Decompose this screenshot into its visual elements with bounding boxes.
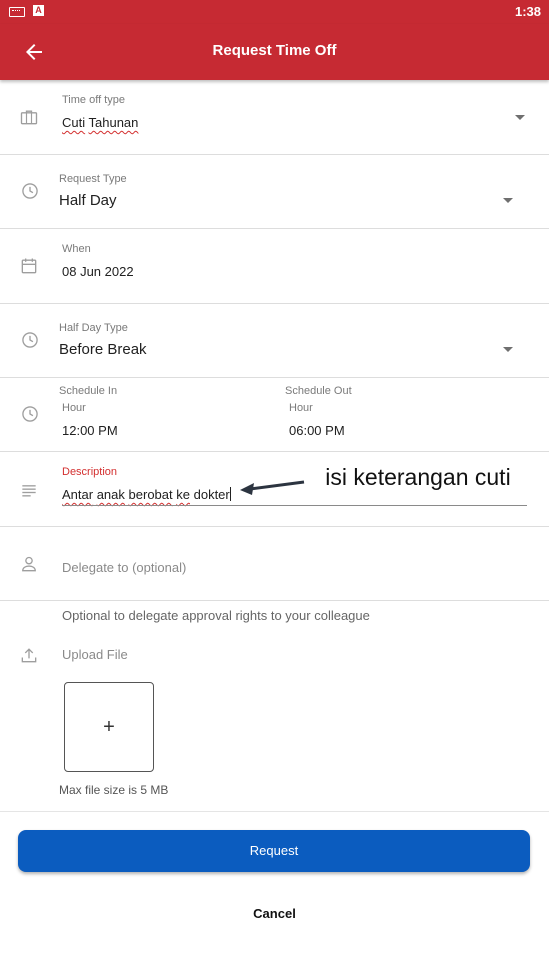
schedule-out-label: Schedule Out <box>285 385 352 397</box>
keyboard-icon <box>9 7 25 17</box>
status-bar: A 1:38 <box>0 0 549 24</box>
clock-icon <box>22 183 38 199</box>
half-day-type-label: Half Day Type <box>59 322 128 334</box>
upload-file-button[interactable]: + <box>64 682 154 772</box>
time-off-type-label: Time off type <box>62 94 125 106</box>
text-cursor <box>229 487 231 501</box>
dropdown-caret-icon[interactable] <box>515 115 525 120</box>
schedule-field: Schedule In Hour 12:00 PM Schedule Out H… <box>0 378 549 452</box>
status-time: 1:38 <box>514 4 541 19</box>
delegate-placeholder: Delegate to (optional) <box>62 560 187 575</box>
time-off-type-value: Cuti Tahunan <box>62 115 139 130</box>
schedule-out-sub: Hour <box>289 402 313 414</box>
schedule-in-value[interactable]: 12:00 PM <box>62 423 118 438</box>
annotation-arrow-icon <box>240 480 305 495</box>
clock-icon <box>22 332 38 348</box>
request-type-label: Request Type <box>59 173 127 185</box>
upload-label: Upload File <box>62 647 128 662</box>
description-input[interactable]: Antar anak berobat ke dokter <box>62 487 231 502</box>
request-type-field[interactable]: Request Type Half Day <box>0 155 549 229</box>
description-underline <box>62 505 527 506</box>
text-lines-icon <box>22 485 36 497</box>
schedule-out-value[interactable]: 06:00 PM <box>289 423 345 438</box>
when-label: When <box>62 243 91 255</box>
delegate-helper-text: Optional to delegate approval rights to … <box>62 608 370 623</box>
calendar-icon <box>21 258 37 274</box>
divider <box>0 811 549 812</box>
dropdown-caret-icon[interactable] <box>503 347 513 352</box>
schedule-in-sub: Hour <box>62 402 86 414</box>
app-bar: Request Time Off <box>0 24 549 80</box>
half-day-type-field[interactable]: Half Day Type Before Break <box>0 304 549 378</box>
dropdown-caret-icon[interactable] <box>503 198 513 203</box>
person-icon <box>22 556 36 572</box>
description-label: Description <box>62 466 118 478</box>
notification-icon: A <box>33 5 44 16</box>
request-button[interactable]: Request <box>18 830 530 872</box>
briefcase-icon <box>20 110 38 125</box>
cancel-button[interactable]: Cancel <box>0 906 549 921</box>
delegate-field[interactable]: Delegate to (optional) <box>0 527 549 601</box>
upload-icon <box>21 648 37 663</box>
max-file-size-text: Max file size is 5 MB <box>59 783 169 797</box>
page-title: Request Time Off <box>212 42 337 59</box>
half-day-type-value: Before Break <box>59 341 147 358</box>
annotation-label: isi keterangan cuti <box>313 459 523 495</box>
when-value: 08 Jun 2022 <box>62 264 134 279</box>
schedule-in-label: Schedule In <box>59 385 118 397</box>
request-type-value: Half Day <box>59 192 117 209</box>
when-field[interactable]: When 08 Jun 2022 <box>0 229 549 304</box>
clock-icon <box>22 406 38 422</box>
time-off-type-field[interactable]: Time off type Cuti Tahunan <box>0 80 549 155</box>
